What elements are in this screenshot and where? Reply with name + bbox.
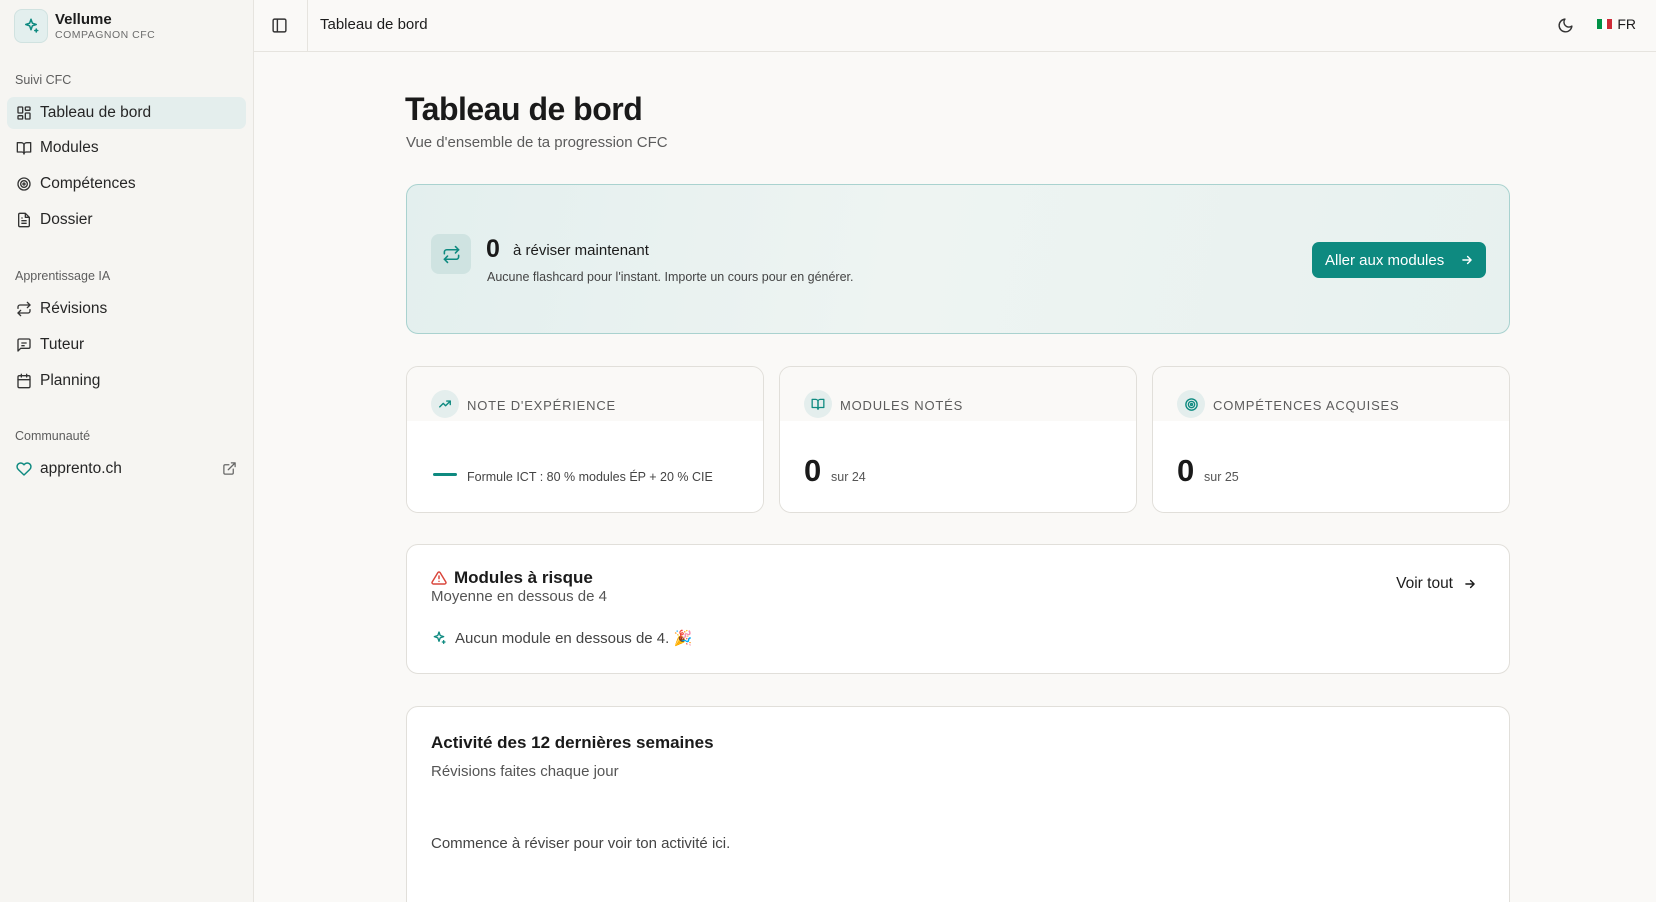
stat-label: NOTE D'EXPÉRIENCE (467, 398, 616, 413)
sidebar-item-label: Révisions (40, 300, 108, 317)
stat-card-skills: COMPÉTENCES ACQUISES 0 sur 25 (1152, 366, 1510, 513)
sidebar: Vellume COMPAGNON CFC Suivi CFC Tableau … (0, 0, 254, 902)
review-card: 0 à réviser maintenant Aucune flashcard … (406, 184, 1510, 334)
page-subtitle: Vue d'ensemble de ta progression CFC (406, 134, 668, 151)
sidebar-item-label: apprento.ch (40, 460, 122, 477)
risk-modules-card: Modules à risque Moyenne en dessous de 4… (406, 544, 1510, 674)
review-note: Aucune flashcard pour l'instant. Importe… (487, 270, 854, 284)
sparkle-logo-icon (14, 9, 48, 43)
sidebar-item-modules[interactable]: Modules (7, 132, 246, 164)
stat-total: sur 25 (1204, 470, 1239, 484)
sidebar-item-tableau-de-bord[interactable]: Tableau de bord (7, 97, 246, 129)
flag-icon (1597, 19, 1613, 29)
app-subtitle: COMPAGNON CFC (55, 28, 156, 41)
activity-card: Activité des 12 dernières semaines Révis… (406, 706, 1510, 902)
see-all-button[interactable]: Voir tout (1396, 575, 1477, 593)
sidebar-item-label: Dossier (40, 211, 93, 228)
language-label: FR (1617, 16, 1636, 32)
topbar-divider (307, 0, 308, 52)
sidebar-item-apprento[interactable]: apprento.ch (7, 453, 246, 485)
topbar-title: Tableau de bord (320, 16, 428, 33)
warning-icon (431, 571, 447, 585)
calendar-icon (17, 373, 31, 389)
see-all-label: Voir tout (1396, 575, 1453, 592)
chat-icon (17, 338, 31, 352)
nav-section-label: Communauté (15, 429, 91, 443)
sidebar-item-label: Tableau de bord (40, 104, 152, 121)
book-icon (804, 390, 832, 418)
sidebar-item-tuteur[interactable]: Tuteur (7, 329, 246, 361)
button-label: Aller aux modules (1325, 251, 1445, 269)
sidebar-item-revisions[interactable]: Révisions (7, 293, 246, 325)
moon-icon (1558, 17, 1573, 32)
stat-card-experience: NOTE D'EXPÉRIENCE Formule ICT : 80 % mod… (406, 366, 764, 513)
risk-empty-text: Aucun module en dessous de 4. 🎉 (455, 630, 693, 647)
arrow-right-icon (1462, 255, 1472, 265)
stat-label: COMPÉTENCES ACQUISES (1213, 398, 1400, 413)
nav-section-label: Suivi CFC (15, 73, 72, 87)
risk-subtitle: Moyenne en dessous de 4 (431, 588, 607, 605)
sparkle-icon (433, 631, 446, 644)
sidebar-item-label: Modules (40, 139, 99, 156)
stat-formula: Formule ICT : 80 % modules ÉP + 20 % CIE (467, 470, 713, 484)
go-to-modules-button[interactable]: Aller aux modules (1312, 242, 1486, 278)
sidebar-item-label: Tuteur (40, 336, 85, 353)
activity-subtitle: Révisions faites chaque jour (431, 763, 619, 780)
stat-value: 0 (804, 453, 822, 488)
sidebar-item-planning[interactable]: Planning (7, 365, 246, 397)
empty-value-dash (433, 473, 457, 476)
trending-up-icon (431, 390, 459, 418)
heart-icon (16, 462, 32, 476)
stat-total: sur 24 (831, 470, 866, 484)
activity-empty-state: Commence à réviser pour voir ton activit… (431, 835, 731, 852)
risk-empty-state: Aucun module en dessous de 4. 🎉 (431, 629, 692, 647)
topbar: Tableau de bord FR (254, 0, 1656, 52)
arrow-right-icon (1465, 579, 1475, 589)
sidebar-toggle-button[interactable] (268, 14, 290, 36)
page-title: Tableau de bord (405, 91, 643, 127)
risk-title: Modules à risque (454, 568, 593, 587)
document-icon (18, 212, 30, 228)
stat-card-modules: MODULES NOTÉS 0 sur 24 (779, 366, 1137, 513)
sidebar-item-competences[interactable]: Compétences (7, 168, 246, 200)
dashboard-icon (17, 106, 31, 120)
review-count: 0 (486, 235, 500, 263)
target-icon (1177, 390, 1205, 418)
sidebar-item-dossier[interactable]: Dossier (7, 204, 246, 236)
sidebar-item-label: Planning (40, 372, 101, 389)
repeat-icon (17, 301, 31, 317)
activity-title: Activité des 12 dernières semaines (431, 733, 714, 752)
theme-toggle-button[interactable] (1554, 14, 1576, 36)
nav-section-label: Apprentissage IA (15, 269, 111, 283)
language-selector[interactable]: FR (1597, 16, 1636, 32)
book-icon (16, 142, 32, 155)
brand[interactable]: Vellume COMPAGNON CFC (14, 9, 155, 43)
target-icon (17, 177, 31, 191)
repeat-icon (431, 234, 471, 274)
sidebar-panel-icon (271, 17, 287, 33)
external-link-icon (223, 462, 236, 475)
review-label: à réviser maintenant (513, 242, 649, 259)
stat-value: 0 (1177, 453, 1195, 488)
stat-label: MODULES NOTÉS (840, 398, 964, 413)
app-name: Vellume (55, 10, 112, 28)
sidebar-item-label: Compétences (40, 175, 136, 192)
